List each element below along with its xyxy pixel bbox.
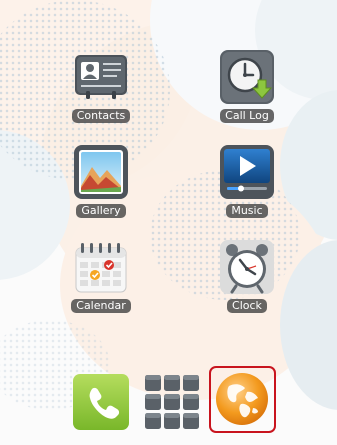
- app-contacts[interactable]: Contacts: [51, 48, 151, 132]
- gallery-icon: [72, 143, 130, 201]
- app-label: Contacts: [71, 109, 131, 123]
- app-drawer-icon: [145, 375, 199, 429]
- phone-icon: [73, 374, 129, 430]
- dock-browser-button[interactable]: [213, 370, 271, 428]
- app-calendar[interactable]: Calendar: [51, 238, 151, 322]
- app-gallery[interactable]: Gallery: [51, 143, 151, 227]
- dock-phone-button[interactable]: [72, 373, 130, 431]
- calendar-icon: [72, 238, 130, 296]
- app-label: Calendar: [71, 299, 131, 313]
- app-label: Call Log: [220, 109, 274, 123]
- browser-globe-icon: [216, 373, 268, 425]
- app-call-log[interactable]: Call Log: [197, 48, 297, 132]
- contacts-icon: [72, 48, 130, 106]
- app-music[interactable]: Music: [197, 143, 297, 227]
- dock-app-drawer-button[interactable]: [143, 373, 201, 431]
- app-label: Clock: [227, 299, 267, 313]
- app-clock[interactable]: Clock: [197, 238, 297, 322]
- clock-icon: [218, 238, 276, 296]
- app-label: Music: [226, 204, 268, 218]
- call-log-icon: [218, 48, 276, 106]
- app-label: Gallery: [76, 204, 126, 218]
- music-icon: [218, 143, 276, 201]
